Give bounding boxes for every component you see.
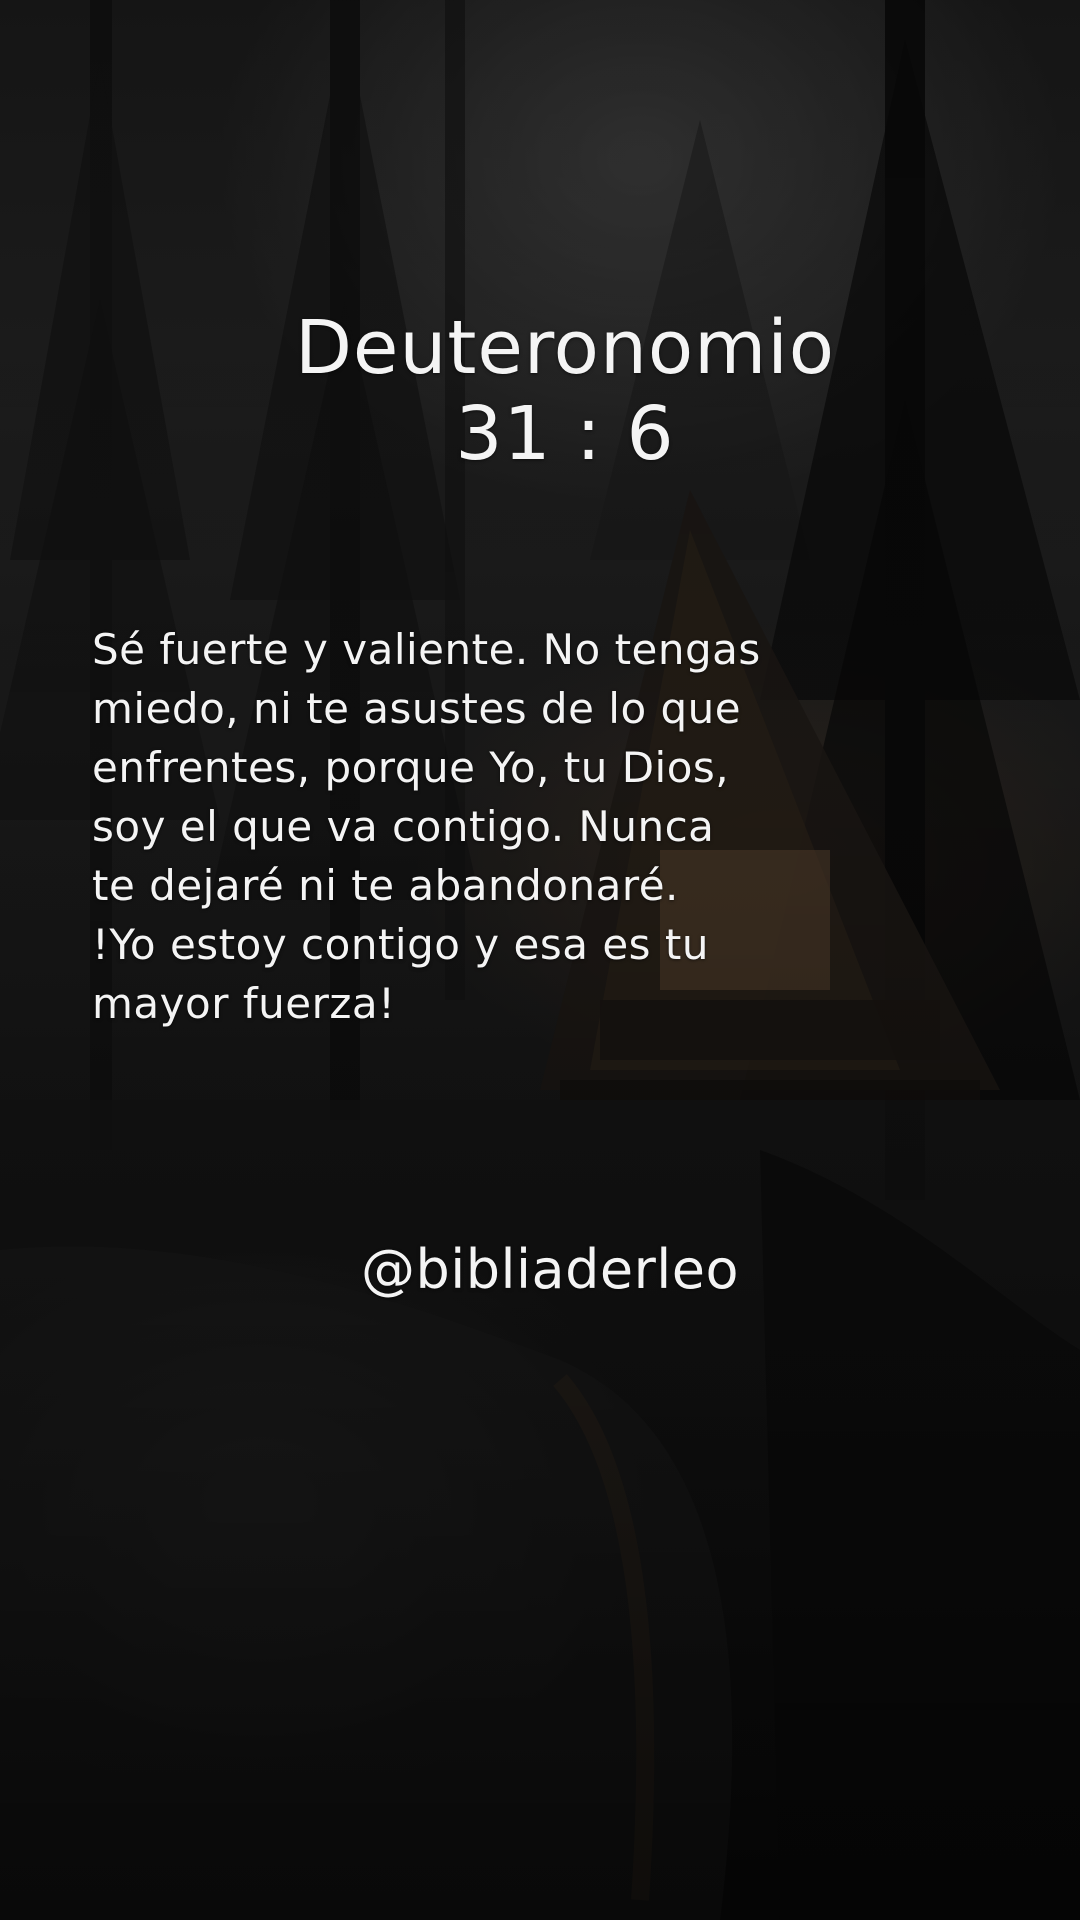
verse-line: enfrentes, porque Yo, tu Dios, [92,743,730,792]
verse-line: te dejaré ni te abandonaré. [92,861,679,910]
author-handle: @bibliaderleo [360,1238,740,1301]
verse-line: soy el que va contigo. Nunca [92,802,715,851]
verse-line: miedo, ni te asustes de lo que [92,684,742,733]
verse-text: Sé fuerte y valiente. No tengas miedo, n… [92,620,812,1033]
verse-line: mayor fuerza! [92,979,396,1028]
chapter-verse: 31 : 6 [455,391,675,477]
verse-image: Deuteronomio 31 : 6 Sé fuerte y valiente… [0,0,1080,1920]
book-name: Deuteronomio [294,305,836,391]
verse-line: Sé fuerte y valiente. No tengas [92,625,761,674]
verse-reference: Deuteronomio 31 : 6 [200,305,930,477]
verse-line: !Yo estoy contigo y esa es tu [92,920,709,969]
